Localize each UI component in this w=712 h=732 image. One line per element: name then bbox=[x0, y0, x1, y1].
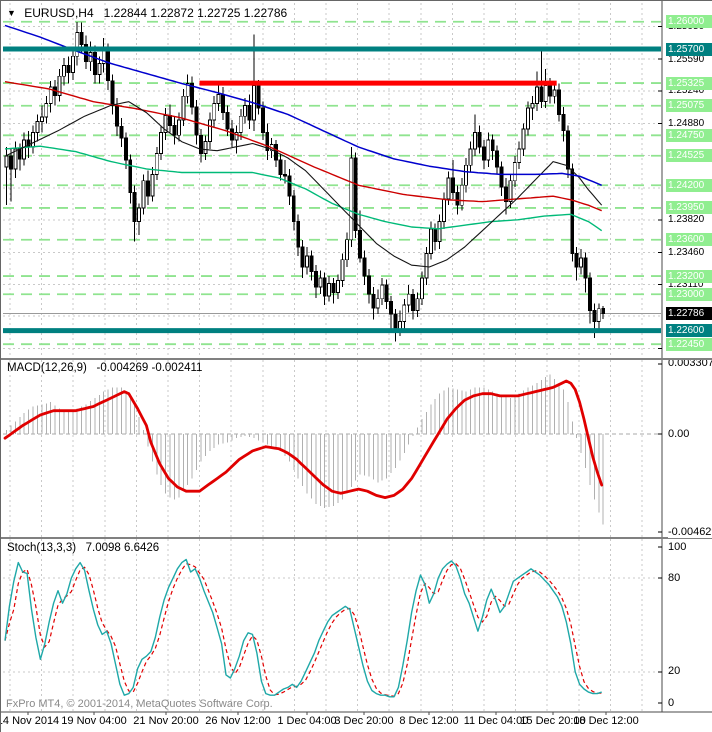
chart-header: ▼ EURUSD,H4 1.22844 1.22872 1.22725 1.22… bbox=[7, 6, 287, 20]
macd-indicator-label: MACD(12,26,9) -0.004269 -0.002411 bbox=[7, 362, 203, 374]
price-scale-label: 1.24525 bbox=[666, 149, 712, 163]
price-scale-label: 1.25700 bbox=[666, 42, 712, 56]
price-scale-label: 1.23820 bbox=[666, 213, 712, 227]
indicator-scale-label: 80 bbox=[668, 571, 681, 585]
price-scale-label: 1.23460 bbox=[666, 245, 712, 259]
symbol-dropdown-icon[interactable]: ▼ bbox=[7, 8, 16, 18]
stoch-indicator-label: Stoch(13,3,3) 7.0098 6.6426 bbox=[7, 542, 160, 554]
indicator-scale-label: 0.00 bbox=[668, 427, 690, 441]
indicator-scale-label: 0.003307 bbox=[668, 360, 712, 371]
indicator-scale-label: -0.004629 bbox=[668, 525, 712, 538]
indicator-scale-label: 20 bbox=[668, 665, 681, 679]
indicator-scale-label: 0 bbox=[668, 696, 675, 710]
macd-scale: 0.003307 0.00 -0.004629 bbox=[1, 360, 712, 538]
price-scale-label: 1.23000 bbox=[666, 287, 712, 301]
price-scale-label: 1.26000 bbox=[666, 15, 712, 29]
indicator-scale-label: 100 bbox=[668, 540, 687, 554]
copyright-text: FxPro MT4, © 2001-2014, MetaQuotes Softw… bbox=[6, 698, 273, 710]
price-scale-label: 1.23950 bbox=[666, 201, 712, 215]
current-price-label: 1.22786 bbox=[666, 307, 712, 321]
time-axis-label: 18 Dec 12:00 bbox=[573, 715, 639, 727]
price-scale-label: 1.25325 bbox=[666, 76, 712, 90]
symbol-timeframe: EURUSD,H4 bbox=[24, 6, 94, 20]
price-scale-label: 1.23600 bbox=[666, 233, 712, 247]
price-scale-label: 1.23200 bbox=[666, 269, 712, 283]
price-scale-label: 1.22450 bbox=[666, 337, 712, 351]
price-scale-label: 1.24200 bbox=[666, 178, 712, 192]
ohlc-quote: 1.22844 1.22872 1.22725 1.22786 bbox=[103, 6, 288, 20]
price-scale-label: 1.22600 bbox=[666, 324, 712, 338]
stoch-scale: 100 80 20 0 bbox=[1, 539, 712, 713]
stoch-values: 7.0098 6.6426 bbox=[85, 542, 160, 554]
macd-values: -0.004269 -0.002411 bbox=[96, 362, 203, 374]
price-scale-label: 1.25075 bbox=[666, 99, 712, 113]
price-scale-label: 1.24750 bbox=[666, 128, 712, 142]
chart-window: ▼ EURUSD,H4 1.22844 1.22872 1.22725 1.22… bbox=[0, 0, 712, 732]
price-scale: 1.260001.259501.257001.255901.253251.252… bbox=[1, 1, 712, 359]
